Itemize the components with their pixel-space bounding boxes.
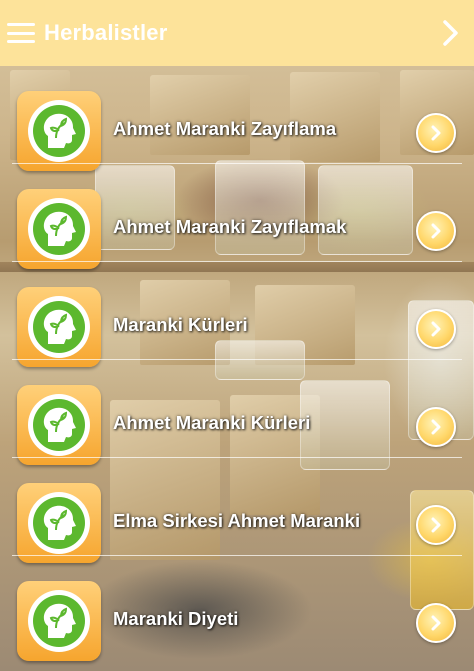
list-item-label: Ahmet Maranki Kürleri — [113, 412, 311, 433]
list-item[interactable]: Ahmet Maranki Zayıflama — [0, 66, 474, 171]
hamburger-menu-icon[interactable] — [7, 23, 35, 43]
head-leaf-logo-icon — [17, 189, 101, 269]
list-item-label: Ahmet Maranki Zayıflama — [113, 118, 337, 139]
head-leaf-logo-icon — [17, 483, 101, 563]
list-item[interactable]: Ahmet Maranki Zayıflamak — [0, 164, 474, 269]
head-leaf-logo-icon — [17, 287, 101, 367]
list-item-label: Maranki Diyeti — [113, 608, 239, 629]
head-leaf-logo-icon — [17, 581, 101, 661]
list-item[interactable]: Elma Sirkesi Ahmet Maranki — [0, 458, 474, 563]
chevron-right-circle-icon[interactable] — [416, 407, 456, 447]
item-list: Ahmet Maranki Zayıflama Ahmet Maranki Za… — [0, 66, 474, 661]
head-leaf-logo-icon — [17, 385, 101, 465]
chevron-right-circle-icon[interactable] — [416, 211, 456, 251]
list-item-label: Elma Sirkesi Ahmet Maranki — [113, 510, 361, 531]
list-item-label: Maranki Kürleri — [113, 314, 248, 335]
chevron-right-icon[interactable] — [442, 19, 460, 47]
list-item-label: Ahmet Maranki Zayıflamak — [113, 216, 347, 237]
head-leaf-logo-icon — [17, 91, 101, 171]
chevron-right-circle-icon[interactable] — [416, 309, 456, 349]
list-item[interactable]: Maranki Kürleri — [0, 262, 474, 367]
chevron-right-circle-icon[interactable] — [416, 603, 456, 643]
page-title: Herbalistler — [44, 20, 168, 45]
app-bar: Herbalistler — [0, 0, 474, 66]
list-item[interactable]: Ahmet Maranki Kürleri — [0, 360, 474, 465]
list-item[interactable]: Maranki Diyeti — [0, 556, 474, 661]
chevron-right-circle-icon[interactable] — [416, 113, 456, 153]
chevron-right-circle-icon[interactable] — [416, 505, 456, 545]
